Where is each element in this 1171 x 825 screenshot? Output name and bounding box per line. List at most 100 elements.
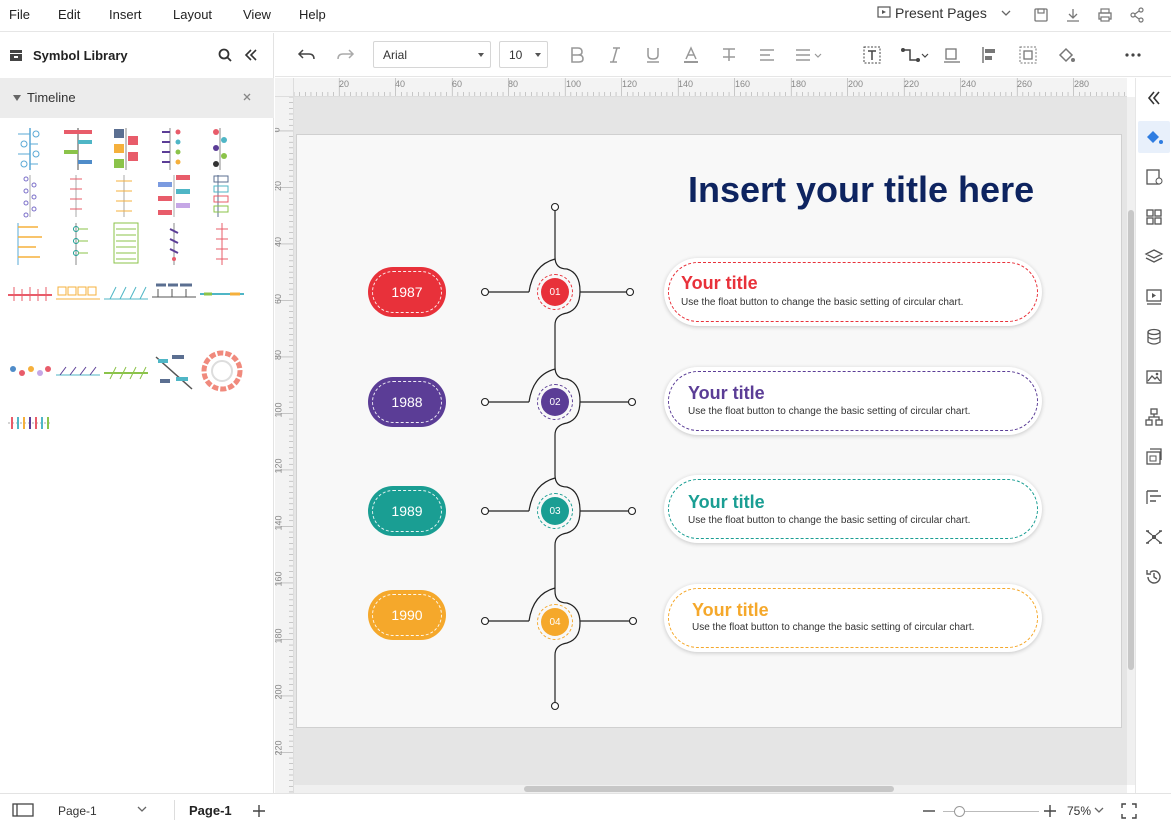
- timeline-symbol[interactable]: [104, 271, 148, 317]
- arrange-icon[interactable]: [942, 45, 962, 65]
- timeline-symbol[interactable]: [200, 173, 244, 219]
- timeline-symbol[interactable]: [58, 126, 102, 172]
- menu-view[interactable]: View: [243, 7, 271, 22]
- align-icon[interactable]: [757, 45, 777, 65]
- search-icon[interactable]: [217, 47, 233, 63]
- timeline-symbol[interactable]: [56, 349, 100, 395]
- zoom-slider-handle[interactable]: [954, 806, 965, 817]
- timeline-symbol[interactable]: [104, 349, 148, 395]
- grid-icon[interactable]: [1144, 207, 1164, 227]
- title-card-1[interactable]: Your title Use the float button to chang…: [664, 258, 1042, 326]
- more-icon[interactable]: [1123, 45, 1143, 65]
- mindmap-icon[interactable]: [1144, 527, 1164, 547]
- zoom-out-icon[interactable]: [922, 809, 936, 813]
- undo-icon[interactable]: [297, 45, 317, 65]
- redo-icon[interactable]: [335, 45, 355, 65]
- year-pill-1987[interactable]: 1987: [368, 267, 446, 317]
- timeline-symbol[interactable]: [8, 221, 52, 267]
- fullscreen-icon[interactable]: [1121, 803, 1137, 819]
- text-box-icon[interactable]: [862, 45, 882, 65]
- align-objects-icon[interactable]: [980, 45, 1000, 65]
- page-frame-icon[interactable]: [1144, 447, 1164, 467]
- timeline-symbol[interactable]: [200, 349, 244, 395]
- add-page-icon[interactable]: [252, 804, 266, 818]
- year-pill-1989[interactable]: 1989: [368, 486, 446, 536]
- present-pages-button[interactable]: Present Pages: [877, 5, 1013, 21]
- close-icon[interactable]: [242, 92, 252, 102]
- timeline-symbol[interactable]: [104, 126, 148, 172]
- title-card-2[interactable]: Your title Use the float button to chang…: [664, 367, 1042, 435]
- zoom-in-icon[interactable]: [1043, 804, 1057, 818]
- timeline-symbol[interactable]: [8, 126, 52, 172]
- collapse-left-icon[interactable]: [243, 47, 259, 63]
- group-icon[interactable]: [1018, 45, 1038, 65]
- org-chart-icon[interactable]: [1144, 407, 1164, 427]
- underline-icon[interactable]: [643, 45, 663, 65]
- page-view-icon[interactable]: [12, 803, 34, 817]
- scroll-thumb[interactable]: [524, 786, 894, 792]
- timeline-symbol[interactable]: [152, 126, 196, 172]
- menu-edit[interactable]: Edit: [58, 7, 80, 22]
- timeline-symbol[interactable]: [8, 173, 52, 219]
- timeline-symbol[interactable]: [200, 271, 244, 317]
- page-select-value[interactable]: Page-1: [58, 804, 97, 818]
- title-card-4[interactable]: Your title Use the float button to chang…: [664, 584, 1042, 652]
- chevron-down-icon[interactable]: [137, 805, 147, 813]
- page-tab-active[interactable]: Page-1: [189, 803, 232, 818]
- number-circle-02[interactable]: 02: [541, 388, 569, 416]
- diagram-page[interactable]: Insert your title here 1987 01 Your titl…: [296, 134, 1122, 728]
- year-pill-1988[interactable]: 1988: [368, 377, 446, 427]
- bold-icon[interactable]: [567, 45, 587, 65]
- database-icon[interactable]: [1144, 327, 1164, 347]
- horizontal-scrollbar[interactable]: [294, 785, 1127, 793]
- timeline-symbol[interactable]: [8, 349, 52, 395]
- share-icon[interactable]: [1128, 6, 1146, 24]
- timeline-symbol[interactable]: [152, 271, 196, 317]
- print-icon[interactable]: [1096, 6, 1114, 24]
- zoom-level[interactable]: 75%: [1067, 804, 1091, 818]
- timeline-symbol[interactable]: [56, 221, 100, 267]
- fill-style-icon[interactable]: [1144, 127, 1164, 147]
- timeline-symbol[interactable]: [152, 221, 196, 267]
- timeline-symbol[interactable]: [104, 221, 148, 267]
- vertical-scrollbar[interactable]: [1127, 97, 1135, 785]
- history-icon[interactable]: [1144, 567, 1164, 587]
- number-circle-01[interactable]: 01: [541, 278, 569, 306]
- menu-insert[interactable]: Insert: [109, 7, 142, 22]
- menu-layout[interactable]: Layout: [173, 7, 212, 22]
- font-size-select[interactable]: 10: [499, 41, 548, 68]
- presentation-icon[interactable]: [1144, 287, 1164, 307]
- gantt-icon[interactable]: [1144, 487, 1164, 507]
- expand-panel-icon[interactable]: [1144, 88, 1164, 108]
- download-icon[interactable]: [1064, 6, 1082, 24]
- timeline-symbol[interactable]: [102, 173, 146, 219]
- image-icon[interactable]: [1144, 367, 1164, 387]
- title-card-3[interactable]: Your title Use the float button to chang…: [664, 475, 1042, 543]
- number-circle-03[interactable]: 03: [541, 497, 569, 525]
- timeline-symbol[interactable]: [200, 126, 244, 172]
- timeline-category[interactable]: Timeline: [0, 78, 274, 118]
- year-pill-1990[interactable]: 1990: [368, 590, 446, 640]
- number-circle-04[interactable]: 04: [541, 608, 569, 636]
- fill-icon[interactable]: [1056, 45, 1076, 65]
- timeline-symbol[interactable]: [56, 271, 100, 317]
- menu-file[interactable]: File: [9, 7, 30, 22]
- text-style-icon[interactable]: [719, 45, 739, 65]
- font-color-icon[interactable]: [681, 45, 701, 65]
- chevron-down-icon[interactable]: [1094, 806, 1104, 814]
- timeline-symbol[interactable]: [152, 349, 196, 395]
- save-icon[interactable]: [1032, 6, 1050, 24]
- timeline-symbol[interactable]: [8, 399, 52, 445]
- timeline-symbol[interactable]: [152, 173, 196, 219]
- line-spacing-icon[interactable]: [793, 45, 823, 65]
- page-style-icon[interactable]: [1144, 167, 1164, 187]
- italic-icon[interactable]: [605, 45, 625, 65]
- menu-help[interactable]: Help: [299, 7, 326, 22]
- connector-icon[interactable]: [900, 45, 930, 65]
- font-family-select[interactable]: Arial: [373, 41, 491, 68]
- layers-icon[interactable]: [1144, 247, 1164, 267]
- scroll-thumb[interactable]: [1128, 210, 1134, 670]
- timeline-symbol[interactable]: [8, 271, 52, 317]
- timeline-symbol[interactable]: [200, 221, 244, 267]
- timeline-symbol[interactable]: [54, 173, 98, 219]
